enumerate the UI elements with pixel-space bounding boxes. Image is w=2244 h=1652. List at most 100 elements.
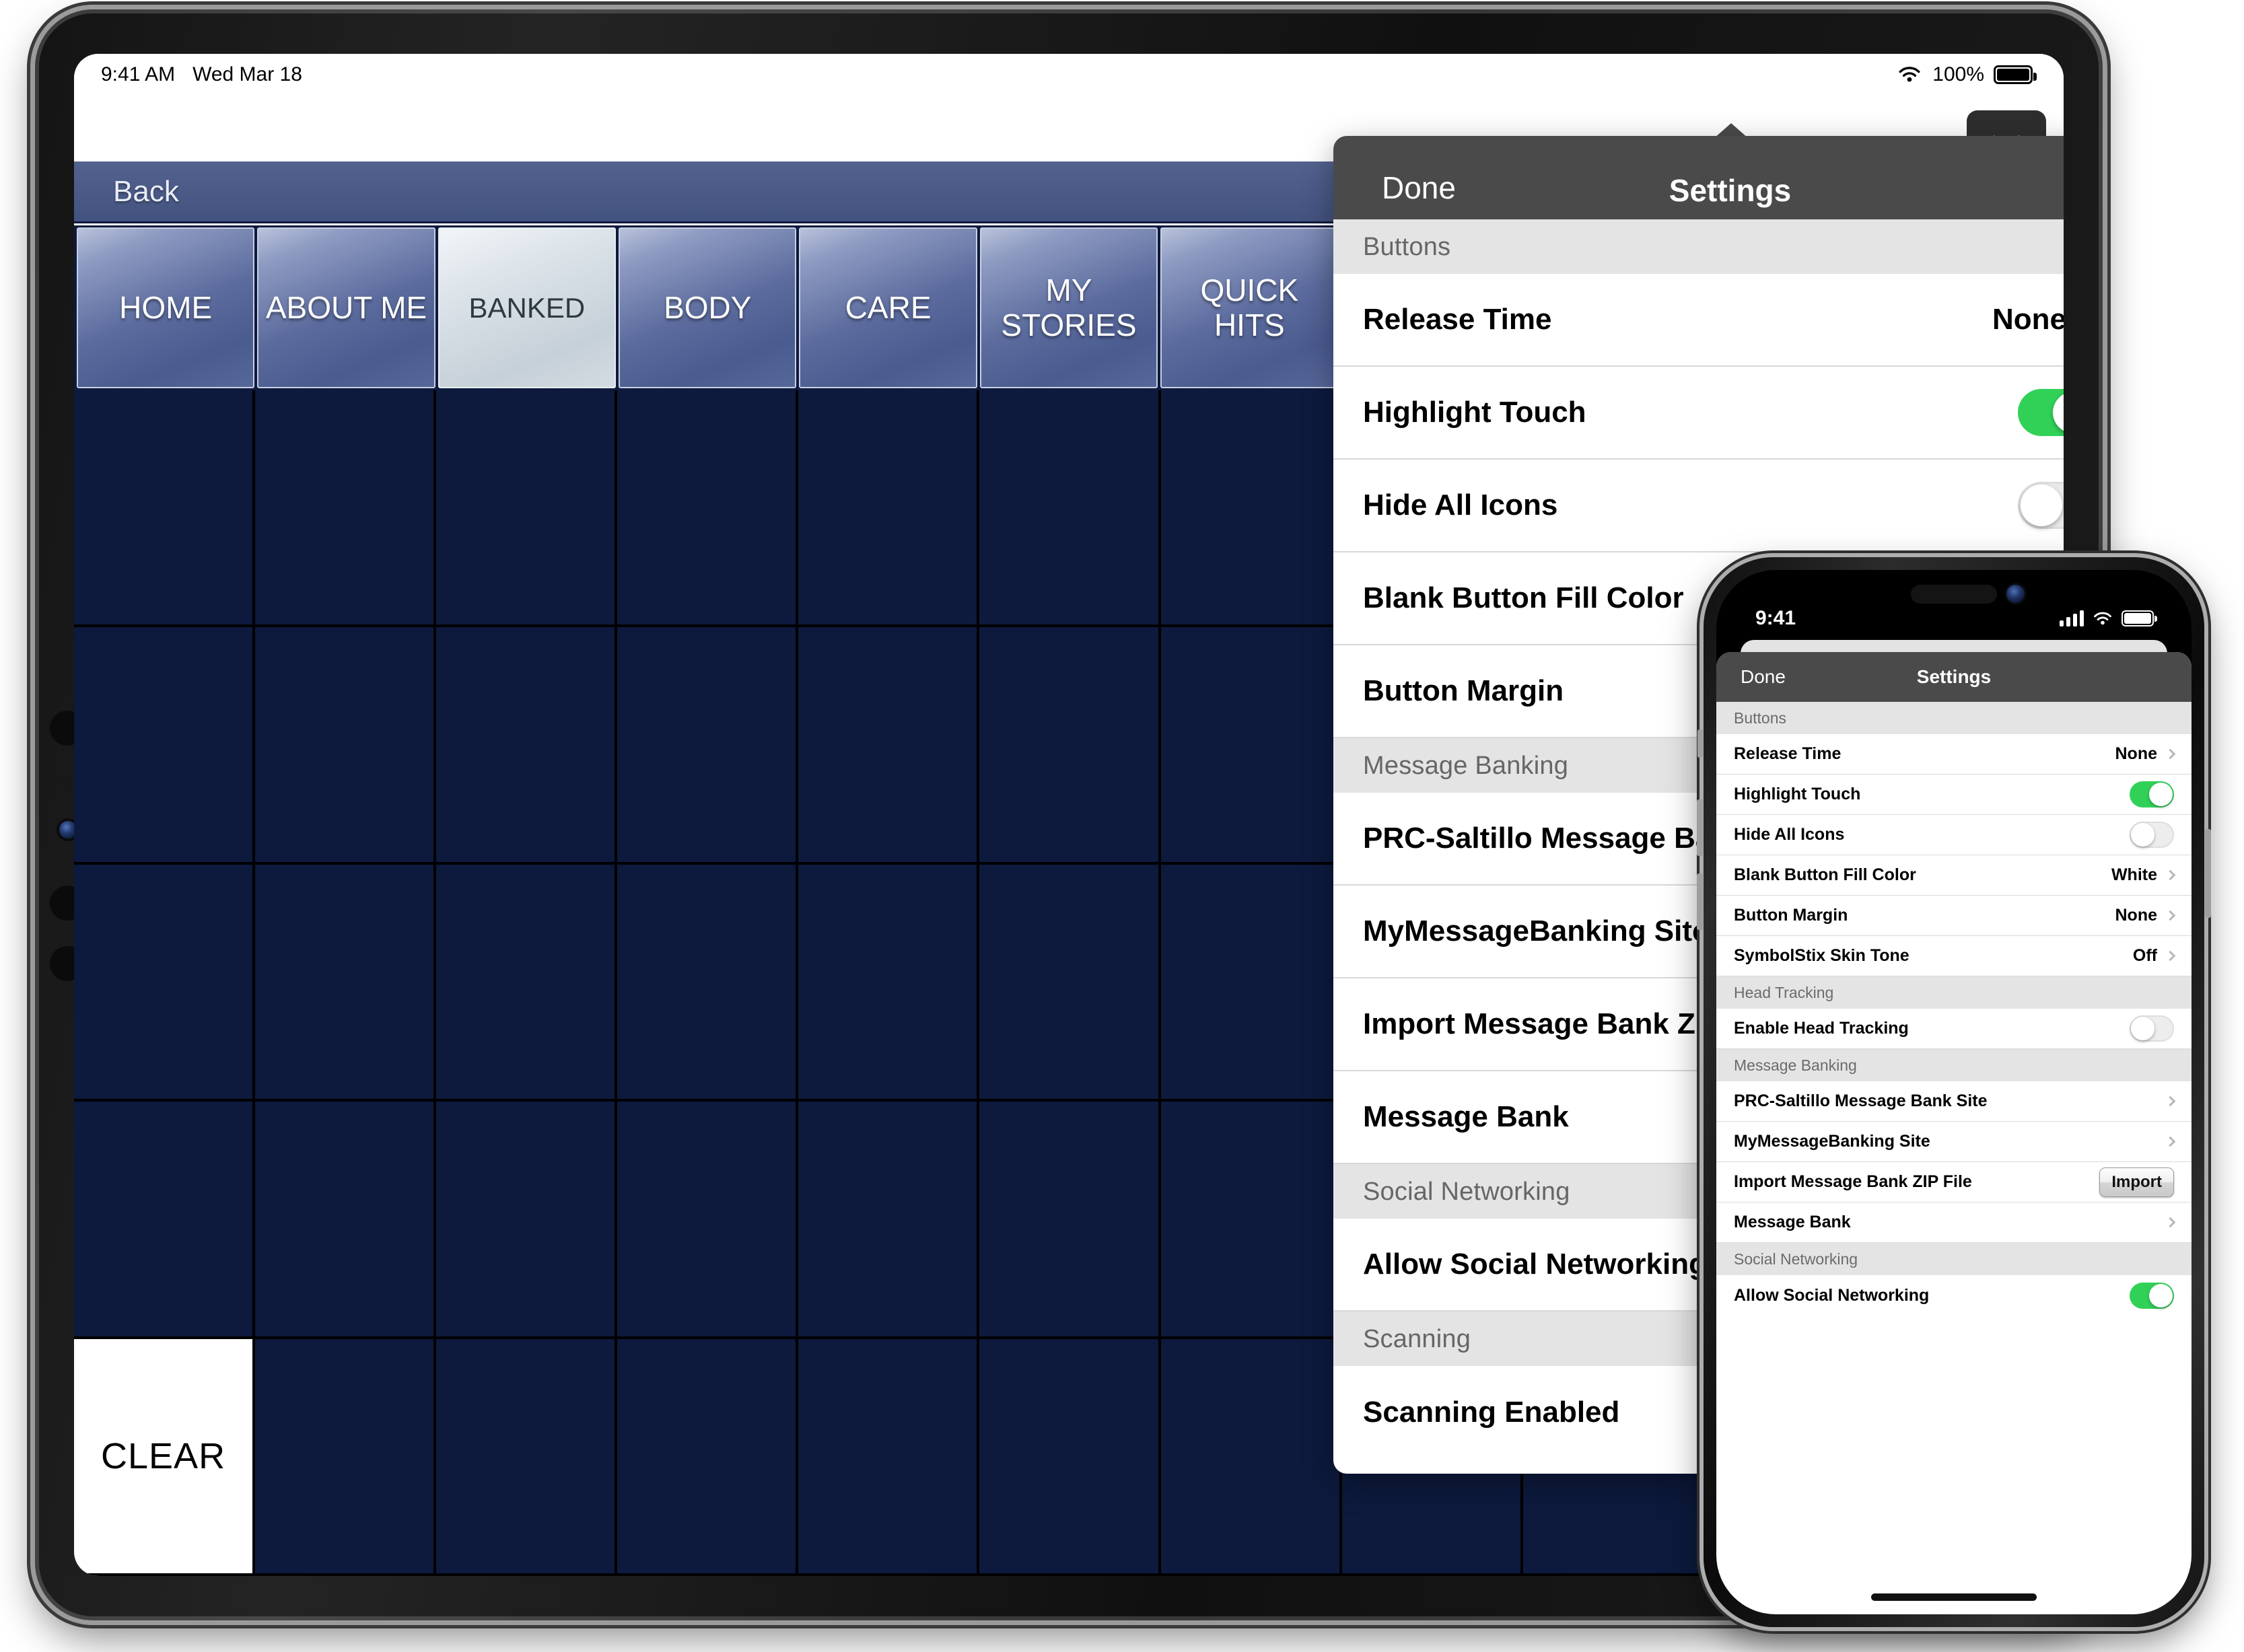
settings-row-highlight-touch[interactable]: Highlight Touch xyxy=(1716,775,2192,815)
nav-button-care[interactable]: CARE xyxy=(799,227,977,388)
settings-row-label: MyMessageBanking Site xyxy=(1363,914,1709,947)
iphone-volume-up-button[interactable] xyxy=(1697,799,1703,856)
grid-cell[interactable] xyxy=(74,390,253,625)
iphone-silent-switch[interactable] xyxy=(1697,729,1703,758)
nav-button-quick-hits[interactable]: QUICK HITS xyxy=(1160,227,1339,388)
grid-cell[interactable] xyxy=(74,864,253,1100)
settings-row-label: Allow Social Networking xyxy=(1363,1248,1707,1281)
toggle-switch[interactable] xyxy=(2018,389,2064,436)
iphone-power-button[interactable] xyxy=(2205,829,2211,918)
iphone-status-time: 9:41 xyxy=(1755,607,1796,629)
section-header-message-banking: Message Banking xyxy=(1716,1049,2192,1081)
settings-row-value: None xyxy=(2115,744,2158,763)
grid-cell[interactable] xyxy=(617,627,796,862)
grid-cell[interactable] xyxy=(255,1338,434,1573)
settings-row-accessory xyxy=(2130,781,2174,807)
settings-row-label: Blank Button Fill Color xyxy=(1734,865,1916,884)
grid-cell[interactable] xyxy=(798,390,977,625)
grid-cell[interactable] xyxy=(1160,1102,1339,1336)
grid-cell[interactable] xyxy=(255,864,434,1100)
grid-cell[interactable] xyxy=(436,627,615,862)
grid-cell[interactable] xyxy=(255,390,434,625)
iphone-volume-down-button[interactable] xyxy=(1697,873,1703,930)
grid-cell[interactable] xyxy=(436,390,615,625)
settings-row-import-message-bank-zip-file[interactable]: Import Message Bank ZIP File Import xyxy=(1716,1162,2192,1202)
iphone-settings-list[interactable]: Buttons Release Time None Highlight Touch Hi… xyxy=(1716,702,2192,1316)
section-header-buttons: Buttons xyxy=(1333,219,2064,274)
settings-row-label: MyMessageBanking Site xyxy=(1734,1132,1930,1151)
settings-row-button-margin[interactable]: Button Margin None xyxy=(1716,896,2192,936)
settings-row-label: Button Margin xyxy=(1363,674,1564,707)
settings-row-highlight-touch[interactable]: Highlight Touch xyxy=(1333,367,2064,460)
settings-row-symbolstix-skin-tone[interactable]: SymbolStix Skin Tone Off xyxy=(1716,936,2192,976)
grid-cell[interactable] xyxy=(979,1102,1158,1336)
settings-row-hide-all-icons[interactable]: Hide All Icons xyxy=(1333,460,2064,552)
grid-cell[interactable] xyxy=(436,1338,615,1573)
settings-row-allow-social-networking[interactable]: Allow Social Networking xyxy=(1716,1275,2192,1316)
grid-cell[interactable] xyxy=(436,864,615,1100)
nav-button-my-stories[interactable]: MY STORIES xyxy=(979,227,1158,388)
toggle-switch[interactable] xyxy=(2130,822,2174,848)
battery-full-icon xyxy=(2122,610,2157,626)
nav-button-banked[interactable]: BANKED xyxy=(437,227,617,388)
grid-cell[interactable] xyxy=(617,864,796,1100)
settings-row-value: Off xyxy=(2132,946,2157,965)
toggle-knob xyxy=(2149,783,2173,806)
settings-row-prc-saltillo-message-bank-site[interactable]: PRC-Saltillo Message Bank Site xyxy=(1716,1081,2192,1122)
grid-cell[interactable] xyxy=(74,1102,253,1336)
grid-cell[interactable] xyxy=(1160,1338,1339,1573)
toggle-switch[interactable] xyxy=(2018,482,2064,529)
settings-row-label: Enable Head Tracking xyxy=(1734,1019,1909,1038)
home-indicator[interactable] xyxy=(1871,1593,2037,1601)
settings-row-release-time[interactable]: Release Time None xyxy=(1716,734,2192,775)
grid-cell[interactable] xyxy=(979,627,1158,862)
clear-button[interactable]: CLEAR xyxy=(74,1338,253,1573)
grid-cell[interactable] xyxy=(617,390,796,625)
nav-button-home[interactable]: HOME xyxy=(77,227,255,388)
grid-cell[interactable] xyxy=(617,1338,796,1573)
iphone-screen: 9:41 Done Settings Buttons Release Time … xyxy=(1716,570,2192,1614)
grid-cell[interactable] xyxy=(979,864,1158,1100)
settings-row-hide-all-icons[interactable]: Hide All Icons xyxy=(1716,815,2192,855)
grid-cell[interactable] xyxy=(979,390,1158,625)
settings-row-label: Hide All Icons xyxy=(1734,825,1845,844)
grid-cell[interactable] xyxy=(617,1102,796,1336)
grid-cell[interactable] xyxy=(255,627,434,862)
grid-cell[interactable] xyxy=(1160,864,1339,1100)
back-button[interactable]: Back xyxy=(113,175,179,209)
settings-row-label: Scanning Enabled xyxy=(1363,1396,1620,1429)
ipad-status-right: 100% xyxy=(1896,63,2037,86)
settings-row-accessory: White xyxy=(2111,865,2176,885)
grid-cell[interactable] xyxy=(1160,390,1339,625)
popover-title: Settings xyxy=(1916,666,1992,687)
grid-cell[interactable] xyxy=(74,627,253,862)
settings-row-release-time[interactable]: Release Time None xyxy=(1333,274,2064,367)
done-button[interactable]: Done xyxy=(1741,666,1786,688)
toggle-switch[interactable] xyxy=(2130,1015,2174,1042)
done-button[interactable]: Done xyxy=(1382,170,1456,206)
ipad-status-time: 9:41 AM xyxy=(101,63,176,85)
cellular-signal-icon xyxy=(2060,610,2084,626)
settings-row-blank-button-fill-color[interactable]: Blank Button Fill Color White xyxy=(1716,855,2192,896)
settings-row-enable-head-tracking[interactable]: Enable Head Tracking xyxy=(1716,1009,2192,1049)
grid-cell[interactable] xyxy=(979,1338,1158,1573)
settings-row-message-bank[interactable]: Message Bank xyxy=(1716,1202,2192,1243)
grid-cell[interactable] xyxy=(798,1338,977,1573)
grid-cell[interactable] xyxy=(436,1102,615,1336)
grid-cell[interactable] xyxy=(255,1102,434,1336)
grid-cell[interactable] xyxy=(798,864,977,1100)
chevron-right-icon xyxy=(2165,950,2176,962)
toggle-switch[interactable] xyxy=(2130,1282,2174,1309)
nav-button-body[interactable]: BODY xyxy=(619,227,797,388)
nav-button-about-me[interactable]: ABOUT ME xyxy=(257,227,435,388)
import-button[interactable]: Import xyxy=(2099,1167,2174,1197)
grid-cell[interactable] xyxy=(798,627,977,862)
grid-cell[interactable] xyxy=(1160,627,1339,862)
section-header-social-networking: Social Networking xyxy=(1716,1243,2192,1275)
settings-row-accessory: Off xyxy=(2132,946,2176,966)
grid-cell[interactable] xyxy=(798,1102,977,1336)
toggle-switch[interactable] xyxy=(2130,781,2174,807)
settings-row-label: SymbolStix Skin Tone xyxy=(1734,946,1909,965)
wifi-icon xyxy=(1899,67,1920,82)
settings-row-mymessagebanking-site[interactable]: MyMessageBanking Site xyxy=(1716,1122,2192,1162)
